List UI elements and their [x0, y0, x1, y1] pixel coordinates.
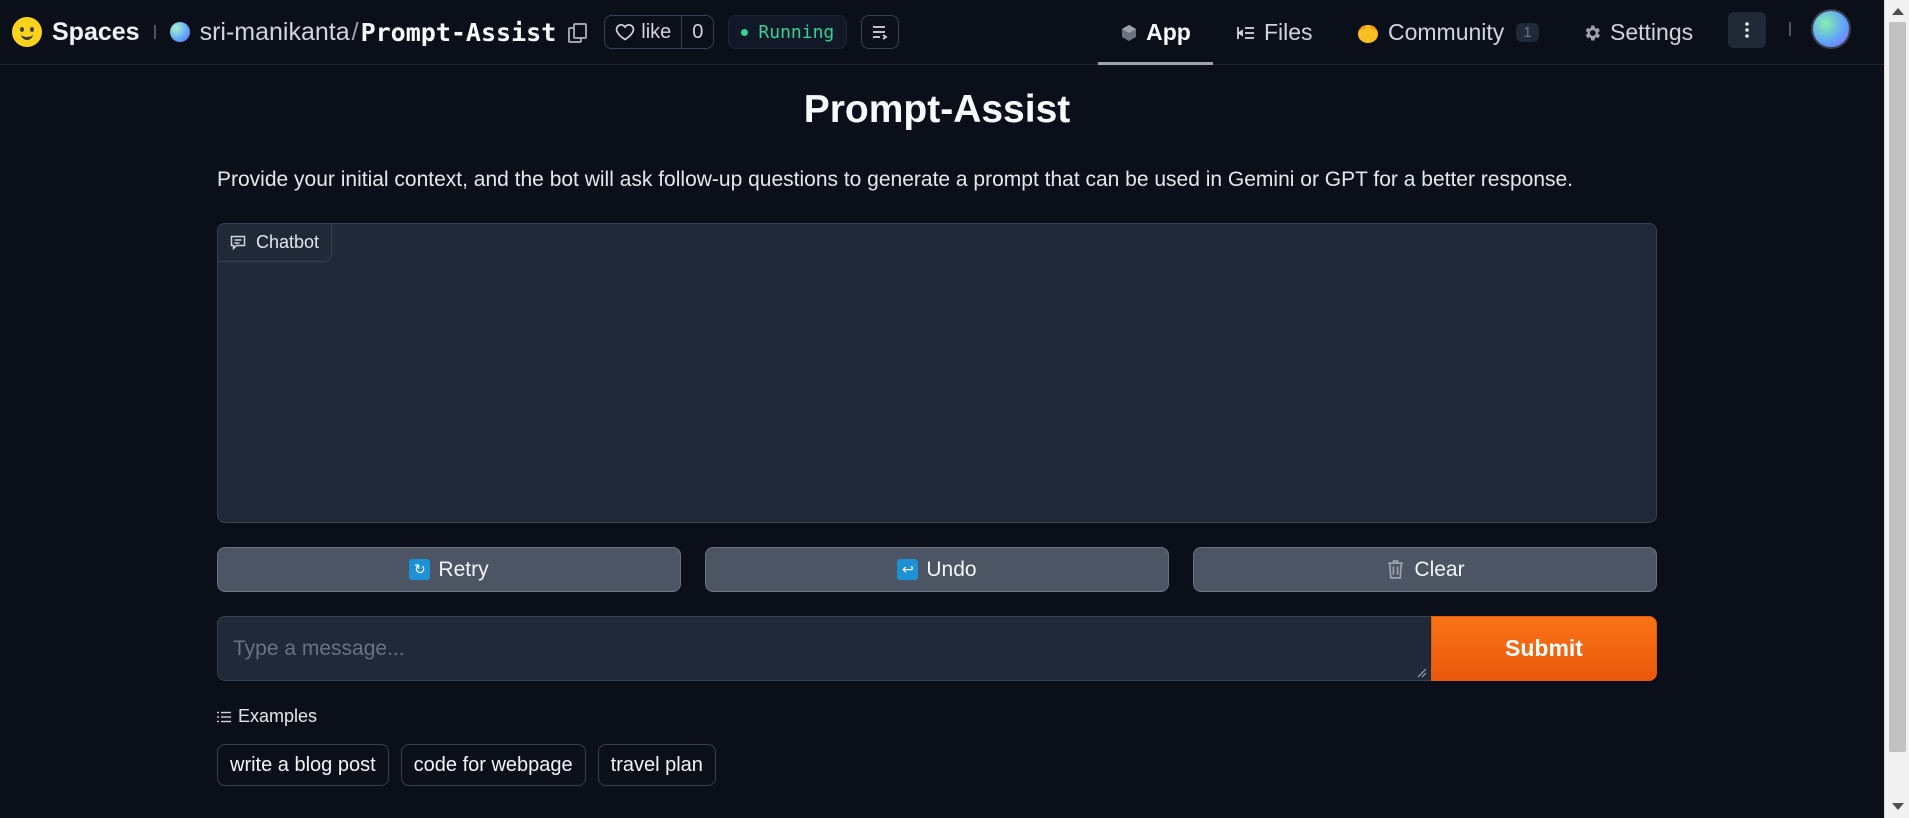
- scroll-up-icon[interactable]: [1892, 8, 1904, 15]
- examples-header: Examples: [217, 706, 317, 727]
- app-description: Provide your initial context, and the bo…: [217, 168, 1574, 191]
- clear-label: Clear: [1414, 557, 1465, 581]
- undo-icon: ↩: [897, 559, 919, 580]
- retry-label: Retry: [438, 557, 489, 581]
- list-icon: [217, 711, 231, 722]
- message-input[interactable]: [217, 616, 1431, 681]
- tab-files-label: Files: [1264, 19, 1313, 45]
- more-vertical-icon: [1745, 22, 1749, 38]
- retry-icon: ↻: [409, 559, 431, 580]
- page-title: Prompt-Assist: [803, 88, 1071, 131]
- submit-button[interactable]: Submit: [1431, 616, 1657, 681]
- cube-icon: [1122, 24, 1137, 41]
- chatbot-panel[interactable]: Chatbot: [217, 223, 1657, 523]
- tab-settings[interactable]: Settings: [1582, 0, 1693, 65]
- spaces-home-link[interactable]: Spaces: [12, 17, 140, 47]
- like-count[interactable]: 0: [681, 16, 713, 48]
- logs-icon: [873, 26, 888, 40]
- status-badge[interactable]: Running: [728, 15, 848, 49]
- space-name-link[interactable]: Prompt-Assist: [361, 18, 557, 47]
- undo-button[interactable]: ↩ Undo: [705, 547, 1169, 592]
- resize-handle-icon[interactable]: [1417, 668, 1427, 678]
- tab-community[interactable]: Community 1: [1356, 0, 1539, 65]
- clear-button[interactable]: Clear: [1193, 547, 1657, 592]
- retry-button[interactable]: ↻ Retry: [217, 547, 681, 592]
- status-dot-icon: [741, 28, 749, 36]
- chatbot-label: Chatbot: [217, 223, 333, 262]
- trash-icon: [1388, 560, 1404, 579]
- page-scrollbar[interactable]: [1884, 0, 1909, 818]
- chat-icon: [230, 235, 246, 250]
- community-icon: [1358, 24, 1378, 43]
- like-widget: like 0: [604, 15, 715, 49]
- example-button[interactable]: travel plan: [597, 744, 716, 786]
- community-count-badge: 1: [1516, 23, 1539, 42]
- copy-icon[interactable]: [568, 23, 588, 43]
- scrollbar-thumb[interactable]: [1889, 22, 1906, 752]
- tab-app[interactable]: App: [1098, 0, 1213, 65]
- tab-files[interactable]: Files: [1236, 0, 1313, 65]
- chatbot-label-text: Chatbot: [256, 232, 320, 252]
- scroll-down-icon[interactable]: [1892, 803, 1904, 810]
- space-avatar-icon: [169, 22, 190, 42]
- example-button[interactable]: write a blog post: [217, 744, 389, 786]
- like-label: like: [641, 20, 672, 43]
- undo-label: Undo: [926, 557, 977, 581]
- path-separator: /: [351, 17, 359, 46]
- gear-icon: [1585, 25, 1600, 40]
- hugging-face-logo-icon: [12, 17, 42, 47]
- examples-list: write a blog post code for webpage trave…: [217, 744, 716, 786]
- status-label: Running: [758, 21, 835, 43]
- example-button[interactable]: code for webpage: [400, 744, 586, 786]
- more-options-button[interactable]: [1728, 12, 1766, 48]
- space-owner-link[interactable]: sri-manikanta: [200, 18, 350, 47]
- divider: [1789, 22, 1791, 36]
- tab-community-label: Community: [1388, 19, 1505, 45]
- files-icon: [1237, 26, 1254, 39]
- heart-icon: [615, 24, 635, 41]
- user-avatar[interactable]: [1811, 9, 1851, 49]
- tab-settings-label: Settings: [1610, 19, 1694, 45]
- like-button[interactable]: like: [605, 16, 681, 48]
- logs-button[interactable]: [861, 15, 900, 49]
- tab-app-label: App: [1146, 19, 1191, 45]
- divider: [153, 25, 156, 39]
- examples-label: Examples: [238, 706, 318, 726]
- brand-label: Spaces: [52, 17, 140, 46]
